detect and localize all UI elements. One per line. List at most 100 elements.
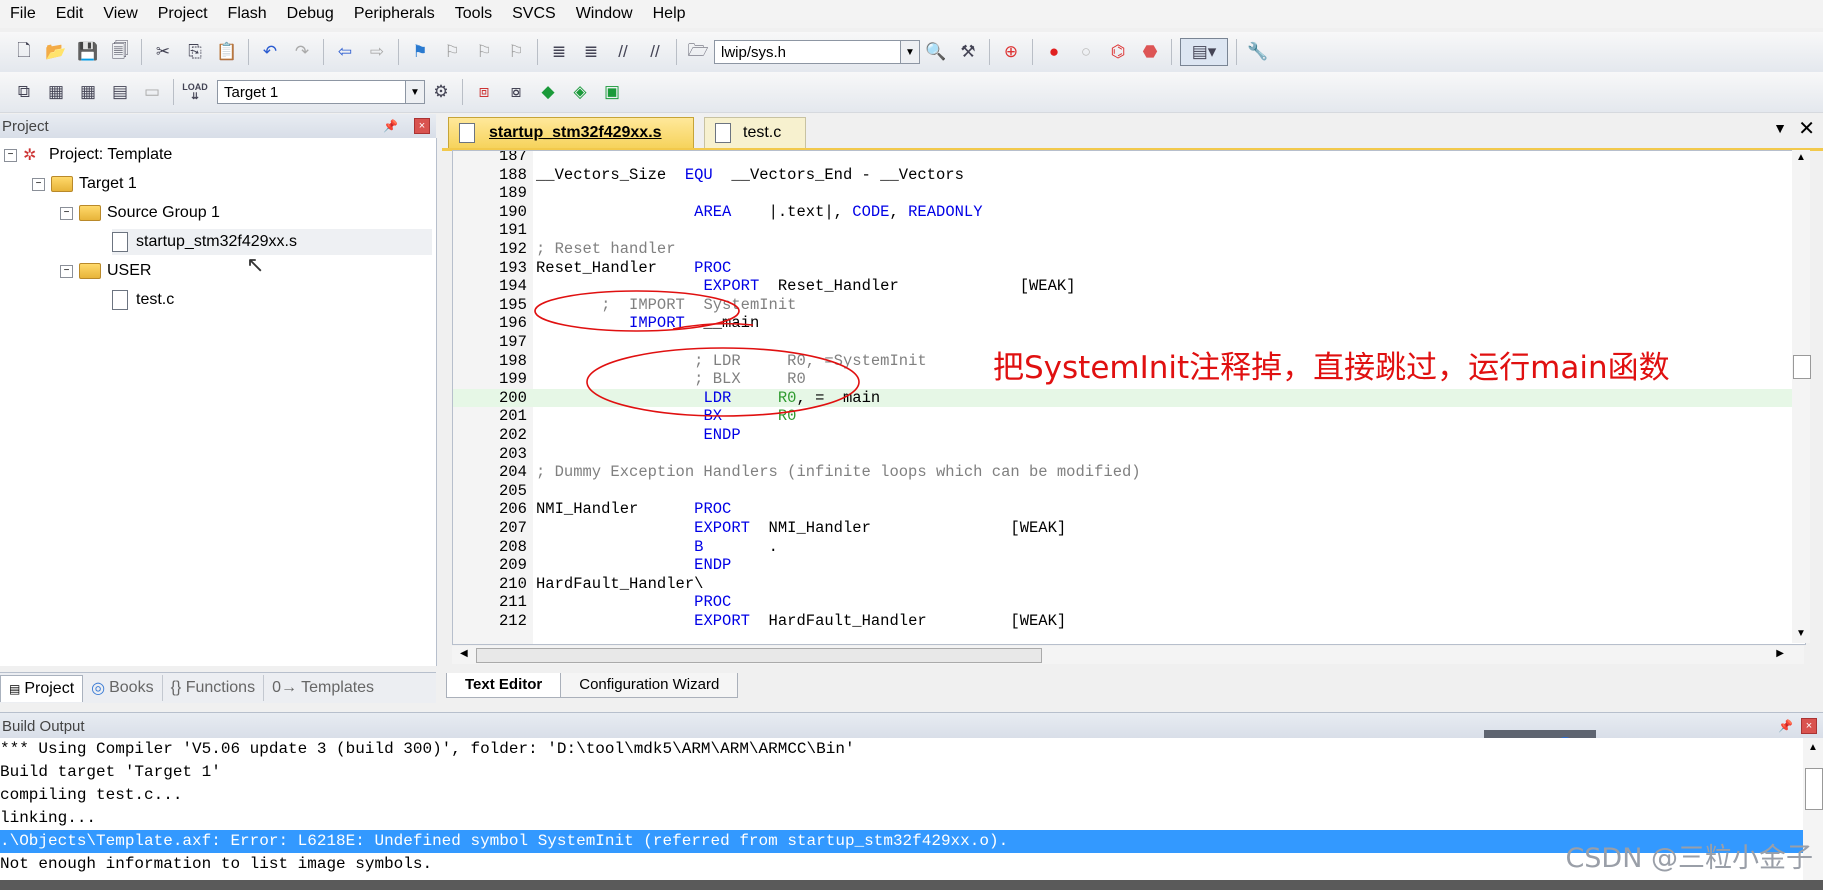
redo-icon[interactable]: ↷ — [289, 39, 315, 65]
pin-icon[interactable]: 📌 — [1778, 719, 1793, 733]
save-all-icon[interactable]: 🗐 — [107, 39, 133, 65]
menubar: File Edit View Project Flash Debug Perip… — [0, 0, 1823, 28]
indent-icon[interactable]: ≣ — [546, 39, 572, 65]
tab-books[interactable]: ◎ Books — [83, 675, 163, 701]
close-icon[interactable]: × — [1801, 718, 1817, 734]
menu-file[interactable]: File — [0, 5, 46, 23]
tree-item-project[interactable]: − ✲ Project: Template — [4, 142, 172, 168]
tree-label: startup_stm32f429xx.s — [136, 233, 297, 250]
replace-icon[interactable]: ⚒ — [955, 39, 981, 65]
open-folder-icon[interactable]: 📂 — [43, 39, 69, 65]
separator — [323, 39, 324, 65]
bookmark-clear-icon[interactable]: ⚐ — [503, 39, 529, 65]
unindent-icon[interactable]: ≣ — [578, 39, 604, 65]
breakpoint-icon[interactable]: ● — [1041, 39, 1067, 65]
collapse-icon[interactable]: − — [32, 177, 45, 191]
cut-icon[interactable]: ✂ — [150, 39, 176, 65]
collapse-icon[interactable]: − — [60, 264, 73, 278]
hscroll-thumb[interactable] — [476, 648, 1042, 663]
tab-templates[interactable]: 0→ Templates — [264, 675, 382, 701]
run-time-env-icon[interactable]: ◆ — [535, 79, 561, 105]
breakpoint-disable-icon[interactable]: ○ — [1073, 39, 1099, 65]
scroll-up-icon[interactable]: ▲ — [1796, 152, 1806, 163]
editor-vertical-scrollbar[interactable]: ▲ ▼ — [1792, 150, 1811, 643]
menu-tools[interactable]: Tools — [445, 5, 502, 23]
scroll-right-icon[interactable]: ▶ — [1776, 648, 1784, 659]
menu-svcs[interactable]: SVCS — [502, 5, 566, 23]
debug-session-icon[interactable]: ⊕ — [998, 39, 1024, 65]
chevron-down-icon[interactable]: ▼ — [900, 41, 919, 63]
bookmark-icon[interactable]: ⚑ — [407, 39, 433, 65]
scroll-left-icon[interactable]: ◀ — [460, 648, 468, 659]
tree-item-user-group[interactable]: − USER — [60, 258, 151, 284]
bookmark-prev-icon[interactable]: ⚐ — [439, 39, 465, 65]
menu-peripherals[interactable]: Peripherals — [344, 5, 445, 23]
select-software-packs-icon[interactable]: ▣ — [599, 79, 625, 105]
menu-window[interactable]: Window — [566, 5, 643, 23]
configure-icon[interactable]: 🔧 — [1245, 39, 1271, 65]
tab-list-chevron-icon[interactable]: ▼ — [1773, 120, 1787, 136]
target-combo[interactable]: Target 1 ▼ — [217, 80, 425, 104]
uncomment-icon[interactable]: // — [642, 39, 668, 65]
nav-forward-icon[interactable]: ⇨ — [364, 39, 390, 65]
download-icon[interactable]: LOAD ⇊ — [182, 79, 208, 105]
collapse-icon[interactable]: − — [4, 148, 17, 162]
editor-horizontal-scrollbar[interactable]: ◀ ▶ — [452, 646, 1804, 664]
rebuild-icon[interactable]: ▦ — [75, 79, 101, 105]
tab-project[interactable]: ▤ Project — [0, 674, 84, 702]
build-icon[interactable]: ▦ — [43, 79, 69, 105]
menu-project[interactable]: Project — [148, 5, 218, 23]
build-error-line[interactable]: .\Objects\Template.axf: Error: L6218E: U… — [0, 830, 1803, 853]
save-icon[interactable]: 💾 — [75, 39, 101, 65]
manage-components-icon[interactable]: ⧈ — [471, 79, 497, 105]
tab-startup-file[interactable]: startup_stm32f429xx.s — [448, 117, 694, 148]
nav-back-icon[interactable]: ⇦ — [332, 39, 358, 65]
new-file-icon[interactable]: 🗋 — [11, 39, 37, 65]
collapse-icon[interactable]: − — [60, 206, 73, 220]
file-extensions-icon[interactable]: ⧇ — [503, 79, 529, 105]
stop-build-icon[interactable]: ▭ — [139, 79, 165, 105]
tree-label: test.c — [136, 291, 175, 308]
translate-icon[interactable]: ⧉ — [11, 79, 37, 105]
scroll-thumb[interactable] — [1805, 768, 1823, 810]
comment-icon[interactable]: // — [610, 39, 636, 65]
separator — [1236, 39, 1237, 65]
bookmark-next-icon[interactable]: ⚐ — [471, 39, 497, 65]
menu-help[interactable]: Help — [643, 5, 696, 23]
find-in-files-icon[interactable]: 🗁 — [685, 39, 711, 65]
menu-edit[interactable]: Edit — [46, 5, 94, 23]
pin-icon[interactable]: 📌 — [383, 119, 398, 133]
menu-debug[interactable]: Debug — [277, 5, 344, 23]
scroll-thumb[interactable] — [1793, 355, 1811, 379]
pack-installer-icon[interactable]: ◈ — [567, 79, 593, 105]
target-options-icon[interactable]: ⚙ — [428, 79, 454, 105]
scroll-up-icon[interactable]: ▲ — [1808, 742, 1818, 753]
tab-label: Books — [109, 679, 154, 696]
tab-test-c[interactable]: test.c — [704, 117, 806, 148]
menu-view[interactable]: View — [93, 5, 147, 23]
breakpoint-disable-all-icon[interactable]: ⌬ — [1105, 39, 1131, 65]
file-combo[interactable]: lwip/sys.h ▼ — [714, 40, 920, 64]
file-icon — [112, 232, 128, 252]
copy-icon[interactable]: ⎘ — [182, 39, 208, 65]
folder-icon — [79, 205, 101, 221]
find-icon[interactable]: 🔍 — [923, 39, 949, 65]
breakpoint-kill-all-icon[interactable]: ⬣ — [1137, 39, 1163, 65]
tab-text-editor[interactable]: Text Editor — [446, 672, 562, 698]
tree-item-source-group[interactable]: − Source Group 1 — [60, 200, 220, 226]
tab-functions[interactable]: {} Functions — [163, 675, 265, 701]
scroll-down-icon[interactable]: ▼ — [1796, 628, 1806, 639]
undo-icon[interactable]: ↶ — [257, 39, 283, 65]
tree-item-startup-file[interactable]: startup_stm32f429xx.s — [112, 229, 432, 255]
batch-build-icon[interactable]: ▤ — [107, 79, 133, 105]
tree-item-target[interactable]: − Target 1 — [32, 171, 137, 197]
menu-flash[interactable]: Flash — [218, 5, 277, 23]
close-icon[interactable]: × — [414, 118, 430, 134]
tab-configuration-wizard[interactable]: Configuration Wizard — [560, 672, 739, 698]
chevron-down-icon[interactable]: ▼ — [405, 81, 424, 103]
tree-item-test-file[interactable]: test.c — [112, 287, 174, 313]
close-editor-icon[interactable]: ✕ — [1798, 116, 1815, 141]
window-layout-icon[interactable]: ▤▾ — [1180, 38, 1228, 66]
paste-icon[interactable]: 📋 — [214, 39, 240, 65]
code-editor[interactable]: 187 188 __Vectors_Size EQU __Vectors_End -… — [452, 150, 1806, 645]
